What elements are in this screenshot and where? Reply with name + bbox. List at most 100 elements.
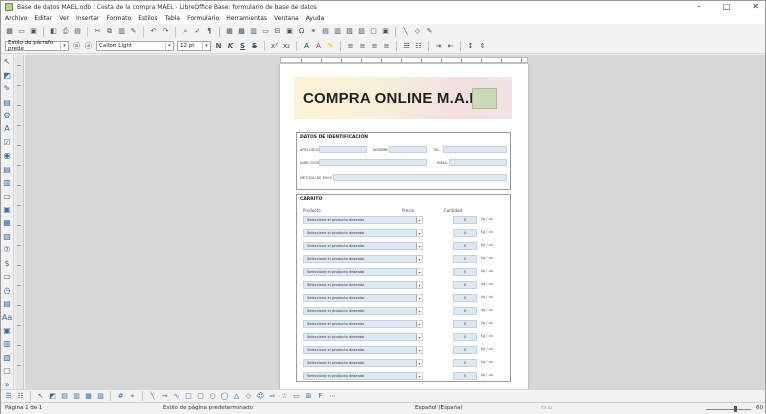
line-tool-icon[interactable]: ╲ [148, 392, 157, 401]
product-select[interactable]: Seleccione el producto deseado ▾ [303, 294, 423, 302]
checkbox-icon[interactable]: ☑ [2, 138, 12, 147]
print-icon[interactable]: ⎙ [61, 27, 70, 36]
highlight-color-icon[interactable]: ✎ [326, 42, 335, 51]
form-navigator-icon[interactable]: ▤ [60, 392, 69, 401]
product-select[interactable]: Seleccione el producto deseado ▾ [303, 281, 423, 289]
triangle-tool-icon[interactable]: △ [232, 392, 241, 401]
font-size-select[interactable]: 12 pt ▾ [177, 41, 211, 51]
quantity-field[interactable]: 0 [453, 268, 477, 276]
product-select[interactable]: Seleccione el producto deseado ▾ [303, 320, 423, 328]
menu-tabla[interactable]: Tabla [165, 15, 181, 22]
menu-ayuda[interactable]: Ayuda [306, 15, 325, 22]
italic-button[interactable]: K [226, 42, 235, 51]
spelling-icon[interactable]: ✓ [193, 27, 202, 36]
quantity-field[interactable]: 0 [453, 255, 477, 263]
add-field-icon[interactable]: ▦ [84, 392, 93, 401]
product-select[interactable]: Seleccione el producto deseado ▾ [303, 255, 423, 263]
decrease-indent-icon[interactable]: ⇤ [446, 42, 455, 51]
quantity-field[interactable]: 0 [453, 216, 477, 224]
product-select[interactable]: Seleccione el producto deseado ▾ [303, 346, 423, 354]
quantity-field[interactable]: 0 [453, 372, 477, 380]
rectangle-tool-icon[interactable]: □ [184, 392, 193, 401]
combo-box-icon[interactable]: ▥ [2, 178, 12, 187]
group-box-icon[interactable]: ▣ [2, 326, 12, 335]
hyperlink-icon[interactable]: ⚭ [309, 27, 318, 36]
product-select[interactable]: Seleccione el producto deseado ▾ [303, 333, 423, 341]
grid-icon[interactable]: # [116, 392, 125, 401]
table-control-icon[interactable]: ▤ [2, 299, 12, 308]
align-center-icon[interactable]: ≡ [358, 42, 367, 51]
increase-indent-icon[interactable]: ⇥ [434, 42, 443, 51]
undo-icon[interactable]: ↶ [149, 27, 158, 36]
quantity-field[interactable]: 0 [453, 229, 477, 237]
find-replace-icon[interactable]: ⌕ [181, 27, 190, 36]
fontwork-icon[interactable]: Ꞙ [316, 392, 325, 401]
form-design-icon[interactable]: ▤ [2, 98, 12, 106]
direccion-field[interactable] [319, 159, 427, 166]
clear-formatting-icon[interactable]: A̸ [302, 42, 311, 51]
option-button-icon[interactable]: ◉ [2, 152, 12, 160]
product-select[interactable]: Seleccione el producto deseado ▾ [303, 229, 423, 237]
special-character-icon[interactable]: Ω [297, 27, 306, 36]
endnote-icon[interactable]: ▥ [333, 27, 342, 36]
justify-icon[interactable]: ≡ [382, 42, 391, 51]
navigation-bar-icon[interactable]: ▢ [2, 367, 12, 375]
print-preview-icon[interactable]: ▤ [73, 27, 82, 36]
zoom-slider[interactable] [706, 409, 751, 410]
product-select[interactable]: Seleccione el producto deseado ▾ [303, 268, 423, 276]
subscript-icon[interactable]: x₂ [282, 42, 291, 51]
product-select[interactable]: Seleccione el producto deseado ▾ [303, 359, 423, 367]
new-icon[interactable]: ▦ [5, 27, 14, 36]
menu-archivo[interactable]: Archivo [5, 15, 27, 22]
quantity-field[interactable]: 0 [453, 346, 477, 354]
numeric-field-icon[interactable]: ⑦ [2, 246, 12, 254]
close-button[interactable]: ✕ [752, 2, 759, 11]
control-wizards-icon[interactable]: ✎ [2, 84, 12, 93]
paste-icon[interactable]: ▥ [117, 27, 126, 36]
paragraph-style-select[interactable]: Estilo de párrafo prede ▾ [5, 40, 69, 52]
menu-formato[interactable]: Formato [106, 15, 131, 22]
clone-format-icon[interactable]: ✎ [129, 27, 138, 36]
font-color-icon[interactable]: A [314, 42, 323, 51]
insert-field-icon[interactable]: ▣ [285, 27, 294, 36]
smiley-tool-icon[interactable]: ☺ [256, 392, 265, 401]
more-controls-icon[interactable]: » [2, 380, 12, 389]
product-select[interactable]: Seleccione el producto deseado ▾ [303, 216, 423, 224]
menu-insertar[interactable]: Insertar [76, 15, 99, 22]
design-mode-icon[interactable]: ◩ [48, 392, 57, 401]
menu-editar[interactable]: Editar [34, 15, 52, 22]
metodo-pago-field[interactable] [333, 174, 507, 181]
export-pdf-icon[interactable]: ◧ [49, 27, 58, 36]
points-icon[interactable]: ⋯ [328, 392, 337, 401]
time-field-icon[interactable]: ◷ [2, 286, 12, 294]
line-spacing-icon[interactable]: ↕ [466, 42, 475, 51]
selection-mode-icon[interactable]: ▭ ▫ [541, 405, 552, 411]
insert-chart-icon[interactable]: ▥ [249, 27, 258, 36]
star-tool-icon[interactable]: ☆ [280, 392, 289, 401]
bookmark-icon[interactable]: ▧ [345, 27, 354, 36]
product-select[interactable]: Seleccione el producto deseado ▾ [303, 372, 423, 380]
nombre-field[interactable] [389, 146, 427, 153]
insert-image-icon[interactable]: ▩ [237, 27, 246, 36]
tel-field[interactable] [443, 146, 507, 153]
rounded-rect-tool-icon[interactable]: ▢ [196, 392, 205, 401]
select-pointer-icon[interactable]: ↖ [2, 58, 12, 66]
maximize-button[interactable]: □ [723, 2, 731, 11]
minimize-button[interactable]: – [697, 2, 701, 11]
quantity-field[interactable]: 0 [453, 320, 477, 328]
quantity-field[interactable]: 0 [453, 333, 477, 341]
image-control-icon[interactable]: ▧ [2, 353, 12, 362]
image-button-icon[interactable]: ▣ [2, 205, 12, 214]
label-field-icon[interactable]: A [2, 125, 12, 133]
callout-tool-icon[interactable]: ▭ [292, 392, 301, 401]
bold-button[interactable]: N [214, 42, 223, 51]
cut-icon[interactable]: ✂ [93, 27, 102, 36]
bullets-icon[interactable]: ☰ [4, 392, 13, 401]
text-box-icon[interactable]: Aa [2, 313, 12, 321]
comment-icon[interactable]: ▢ [369, 27, 378, 36]
product-select[interactable]: Seleccione el producto deseado ▾ [303, 242, 423, 250]
track-changes-icon[interactable]: ▣ [381, 27, 390, 36]
file-selection-icon[interactable]: ▥ [2, 340, 12, 348]
quantity-field[interactable]: 0 [453, 307, 477, 315]
open-design-icon[interactable]: ▧ [96, 392, 105, 401]
